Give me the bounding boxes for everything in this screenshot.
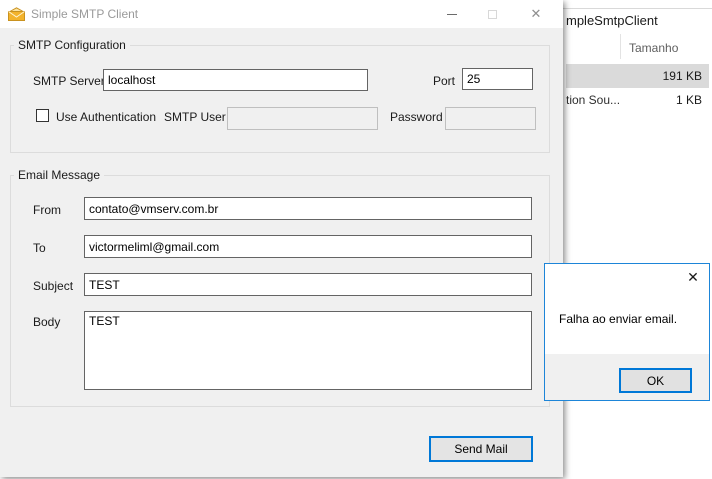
explorer-window: mpleSmtpClient Tamanho 191 KB tion Sou..… — [563, 0, 712, 479]
close-icon: ✕ — [687, 268, 699, 285]
file-size: 1 KB — [675, 93, 702, 107]
minimize-icon — [447, 13, 457, 15]
use-authentication-label[interactable]: Use Authentication — [56, 110, 156, 124]
subject-label: Subject — [33, 279, 74, 293]
smtp-server-label: SMTP Server — [33, 74, 105, 88]
close-button[interactable]: ✕ — [514, 0, 558, 28]
port-label: Port — [433, 74, 456, 88]
ok-button[interactable]: OK — [619, 368, 692, 393]
file-name: tion Sou... — [566, 93, 621, 107]
error-dialog: ✕ Falha ao enviar email. OK — [544, 263, 710, 401]
use-authentication-checkbox[interactable] — [36, 109, 49, 122]
body-label: Body — [33, 315, 61, 329]
to-input[interactable] — [84, 235, 532, 258]
explorer-file-row[interactable]: tion Sou... 1 KB — [566, 88, 709, 112]
smtp-configuration-group-title: SMTP Configuration — [14, 38, 130, 52]
smtp-client-window: Simple SMTP Client ✕ SMTP Configuration … — [0, 0, 563, 477]
password-input — [445, 107, 536, 130]
from-input[interactable] — [84, 197, 532, 220]
port-input[interactable] — [462, 68, 533, 90]
minimize-button[interactable] — [432, 0, 472, 28]
maximize-button — [472, 0, 512, 28]
from-label: From — [33, 203, 61, 217]
password-label: Password — [390, 110, 443, 124]
explorer-column-separator — [620, 34, 621, 59]
maximize-icon — [487, 9, 497, 19]
email-message-group-title: Email Message — [14, 168, 105, 182]
envelope-icon — [8, 7, 25, 21]
titlebar[interactable]: Simple SMTP Client ✕ — [0, 0, 563, 28]
smtp-configuration-group — [10, 45, 550, 153]
subject-input[interactable] — [84, 273, 532, 296]
explorer-toolbar-divider — [563, 8, 712, 9]
to-label: To — [33, 241, 46, 255]
body-textarea[interactable]: TEST — [84, 311, 532, 390]
smtp-server-input[interactable] — [103, 69, 368, 91]
explorer-address-text: mpleSmtpClient — [566, 13, 658, 28]
close-icon: ✕ — [530, 6, 542, 21]
smtp-user-input — [227, 107, 378, 130]
explorer-column-header-size[interactable]: Tamanho — [629, 41, 678, 55]
explorer-file-row-selected[interactable]: 191 KB — [566, 64, 709, 88]
smtp-user-label: SMTP User — [164, 110, 226, 124]
send-mail-button[interactable]: Send Mail — [429, 436, 533, 462]
dialog-close-button[interactable]: ✕ — [683, 267, 703, 287]
file-size: 191 KB — [662, 69, 702, 83]
dialog-message: Falha ao enviar email. — [559, 312, 678, 326]
window-title: Simple SMTP Client — [31, 7, 139, 21]
